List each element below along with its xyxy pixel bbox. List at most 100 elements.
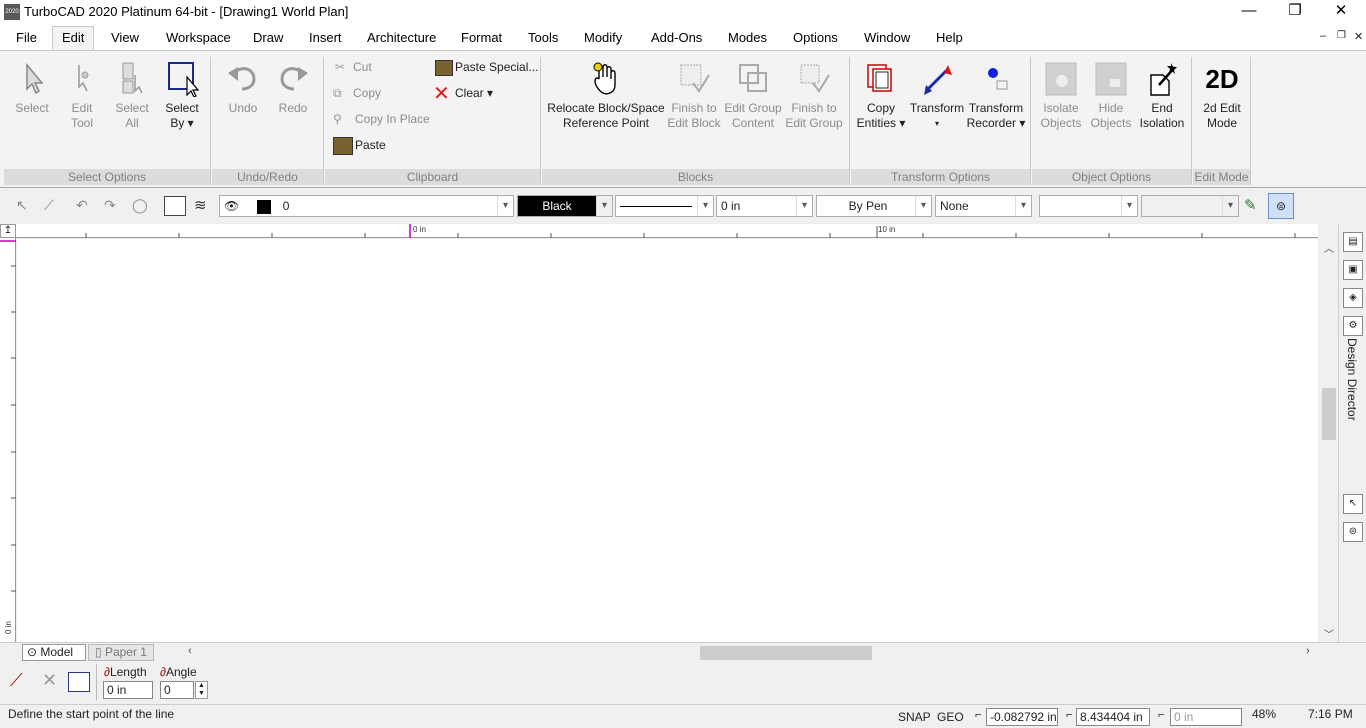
empty-select-2[interactable]: ▾ xyxy=(1141,195,1239,217)
menu-insert[interactable]: Insert xyxy=(307,26,344,50)
menu-tools[interactable]: Tools xyxy=(526,26,560,50)
restore-button[interactable]: ❐ xyxy=(1272,0,1318,24)
scroll-right-icon[interactable]: › xyxy=(1306,645,1310,657)
undo-button[interactable]: Undo xyxy=(220,61,266,116)
length-input[interactable]: 0 in xyxy=(103,681,153,699)
menu-draw[interactable]: Draw xyxy=(251,26,285,50)
selector-icon[interactable]: ↖ xyxy=(1343,494,1363,514)
ruler-origin-icon[interactable]: ↥ xyxy=(0,224,16,238)
scroll-left-icon[interactable]: ‹ xyxy=(188,645,192,657)
select-tool-icon[interactable]: ↖ xyxy=(16,197,28,214)
properties-toggle-icon[interactable]: ⊜ xyxy=(1268,193,1294,219)
finish-edit-group-button[interactable]: Finish to Edit Group xyxy=(784,61,844,131)
table-input-icon[interactable] xyxy=(68,672,90,692)
scroll-up-icon[interactable]: ︿ xyxy=(1324,240,1334,255)
status-bar: Define the start point of the line SNAP … xyxy=(0,704,1366,728)
clear-button[interactable]: ✕ Clear ▾ xyxy=(433,83,493,104)
right-side-panel: ▤ ▣ ◈ ⚙ Design Director ↖ ⊜ xyxy=(1338,224,1366,642)
angle-stepper[interactable]: ▲ ▼ xyxy=(195,681,208,699)
edit-tool-button[interactable]: Edit Tool xyxy=(62,61,102,131)
line-tool-icon[interactable]: ⟋ xyxy=(10,670,23,691)
palette-icon-2[interactable]: ▣ xyxy=(1343,260,1363,280)
scissors-icon: ✂ xyxy=(335,60,346,74)
table-icon[interactable] xyxy=(164,196,186,216)
design-director-tab[interactable]: Design Director xyxy=(1345,338,1359,421)
line-width-value: 0 in xyxy=(721,199,741,213)
minimize-button[interactable]: — xyxy=(1226,0,1272,24)
empty-select-1[interactable]: ▾ xyxy=(1039,195,1138,217)
isolate-objects-button[interactable]: Isolate Objects xyxy=(1036,61,1086,131)
vertical-scroll-thumb[interactable] xyxy=(1322,388,1336,440)
chevron-down-icon: ▾ xyxy=(1121,196,1137,216)
layers-icon[interactable]: ≋ xyxy=(194,196,214,216)
geo-toggle[interactable]: GEO xyxy=(937,710,964,724)
edit-mode-label: Edit Mode xyxy=(1193,169,1250,185)
mdi-restore-button[interactable]: ❐ xyxy=(1337,30,1346,41)
menu-format[interactable]: Format xyxy=(459,26,504,50)
menu-window[interactable]: Window xyxy=(862,26,912,50)
select-button[interactable]: Select xyxy=(12,61,52,116)
hide-objects-button[interactable]: Hide Objects xyxy=(1086,61,1136,131)
color-select[interactable]: Black ▾ xyxy=(517,195,613,217)
y-coordinate-field[interactable]: 8.434404 in xyxy=(1076,708,1150,726)
snap-toggle[interactable]: SNAP xyxy=(898,710,931,724)
x-coordinate-field[interactable]: -0.082792 in xyxy=(986,708,1058,726)
layer-select[interactable]: 👁 0 ▾ xyxy=(219,195,514,217)
transform-recorder-button[interactable]: Transform Recorder ▾ xyxy=(965,61,1027,131)
select-by-button[interactable]: Select By ▾ xyxy=(160,61,204,131)
vertical-scrollbar[interactable]: ︿ ﹀ xyxy=(1320,238,1338,642)
close-button[interactable]: ✕ xyxy=(1318,0,1364,24)
pen-style-select[interactable]: By Pen ▾ xyxy=(816,195,932,217)
horizontal-scroll-thumb[interactable] xyxy=(700,646,872,660)
copy-entities-button[interactable]: Copy Entities ▾ xyxy=(853,61,909,131)
menu-file[interactable]: File xyxy=(14,26,39,50)
palette-icon-3[interactable]: ◈ xyxy=(1343,288,1363,308)
menu-help[interactable]: Help xyxy=(934,26,965,50)
mdi-close-button[interactable]: ✕ xyxy=(1354,30,1363,43)
copy-in-place-button[interactable]: ⚲ Copy In Place xyxy=(333,109,430,129)
mdi-minimize-button[interactable]: – xyxy=(1320,30,1326,42)
menu-workspace[interactable]: Workspace xyxy=(164,26,233,50)
pen-icon[interactable]: ✎ xyxy=(1244,196,1257,214)
tab-paper-1[interactable]: ▯ Paper 1 xyxy=(88,644,154,661)
copy-button[interactable]: ⧉ Copy xyxy=(333,83,381,103)
redo-button[interactable]: Redo xyxy=(270,61,316,116)
edit-group-content-button[interactable]: Edit Group Content xyxy=(722,61,784,131)
menu-modify[interactable]: Modify xyxy=(582,26,624,50)
menu-view[interactable]: View xyxy=(109,26,141,50)
paste-special-button[interactable]: Paste Special... xyxy=(435,57,538,77)
cancel-icon[interactable]: ✕ xyxy=(42,670,57,691)
scroll-down-icon[interactable]: ﹀ xyxy=(1324,626,1334,641)
tab-model[interactable]: ⊙ Model xyxy=(22,644,86,661)
2d-edit-mode-button[interactable]: 2D 2d Edit Mode xyxy=(1195,61,1249,131)
z-coordinate-field[interactable]: 0 in xyxy=(1170,708,1242,726)
line-style-select[interactable]: ▾ xyxy=(615,195,714,217)
drawing-canvas[interactable] xyxy=(17,239,1318,642)
lasso-icon[interactable]: ◯ xyxy=(132,197,148,214)
menu-architecture[interactable]: Architecture xyxy=(365,26,438,50)
line-width-select[interactable]: 0 in ▾ xyxy=(716,195,813,217)
redo-label: Redo xyxy=(278,101,308,115)
palette-icon-5[interactable]: ⊜ xyxy=(1343,522,1363,542)
undo-small-icon[interactable]: ↶ xyxy=(76,197,88,214)
palette-icon-1[interactable]: ▤ xyxy=(1343,232,1363,252)
copy-entities-icon xyxy=(867,64,892,92)
menu-edit[interactable]: Edit xyxy=(52,26,95,50)
menu-add-ons[interactable]: Add-Ons xyxy=(649,26,704,50)
select-all-icon xyxy=(122,62,143,94)
cut-button[interactable]: ✂ Cut xyxy=(335,57,372,77)
finish-group-label-1: Finish to xyxy=(791,101,837,115)
relocate-block-button[interactable]: Relocate Block/Space Reference Point xyxy=(546,61,666,131)
finish-edit-block-button[interactable]: Finish to Edit Block xyxy=(666,61,722,131)
fill-select[interactable]: None ▾ xyxy=(935,195,1032,217)
select-all-button[interactable]: Select All xyxy=(112,61,152,131)
transform-button[interactable]: Transform ▾ xyxy=(909,61,965,131)
end-isolation-button[interactable]: End Isolation xyxy=(1136,61,1188,131)
paste-button[interactable]: Paste xyxy=(333,135,386,155)
edit-tool-small-icon[interactable]: ⟋ xyxy=(44,197,54,214)
menu-options[interactable]: Options xyxy=(791,26,840,50)
redo-small-icon[interactable]: ↷ xyxy=(104,197,116,214)
palette-icon-4[interactable]: ⚙ xyxy=(1343,316,1363,336)
angle-input[interactable]: 0 xyxy=(160,681,194,699)
menu-modes[interactable]: Modes xyxy=(726,26,769,50)
